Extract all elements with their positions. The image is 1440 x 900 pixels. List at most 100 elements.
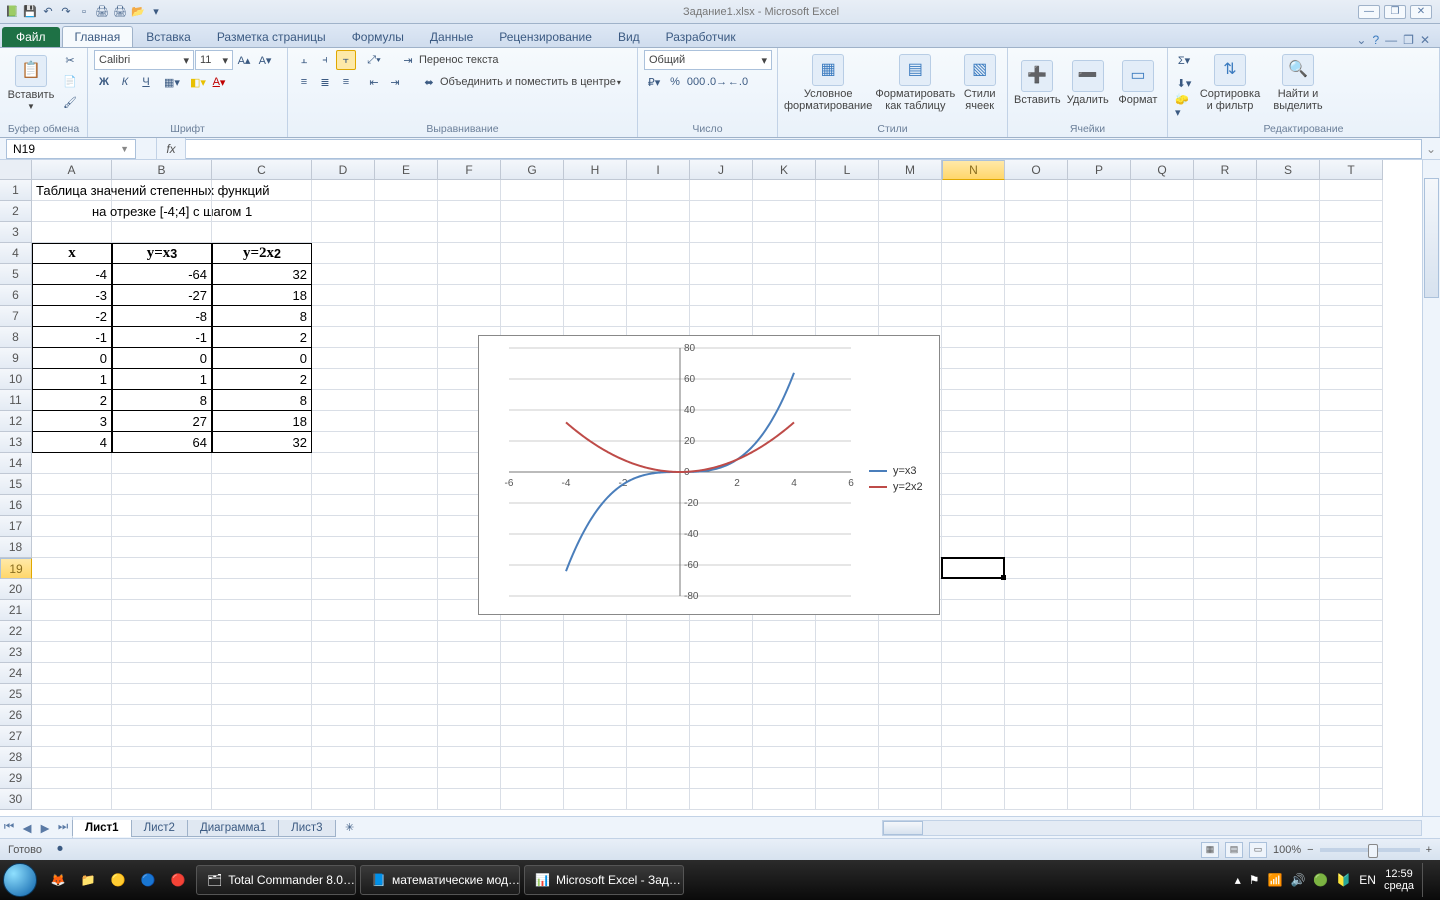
wrap-label[interactable]: Перенос текста bbox=[419, 54, 499, 66]
merge-label[interactable]: Объединить и поместить в центре bbox=[440, 76, 616, 88]
row-header-26[interactable]: 26 bbox=[0, 705, 32, 726]
workbook-restore-icon[interactable]: ❐ bbox=[1403, 33, 1414, 47]
view-layout-icon[interactable]: ▤ bbox=[1225, 842, 1243, 858]
clear-icon[interactable]: 🧽▾ bbox=[1174, 96, 1194, 116]
horizontal-scrollbar[interactable] bbox=[882, 820, 1422, 836]
col-header-A[interactable]: A bbox=[32, 160, 112, 180]
minimize-ribbon-icon[interactable]: ⌄ bbox=[1356, 33, 1366, 47]
maximize-button[interactable]: ❐ bbox=[1384, 5, 1406, 19]
print-icon[interactable]: 🖨 bbox=[94, 4, 110, 20]
file-tab[interactable]: Файл bbox=[2, 27, 60, 47]
font-color-button[interactable]: A▾ bbox=[209, 72, 229, 92]
dec-decimal-icon[interactable]: ←.0 bbox=[728, 72, 748, 92]
zoom-slider[interactable] bbox=[1320, 848, 1420, 852]
align-top-icon[interactable]: ⫠ bbox=[294, 50, 314, 70]
view-normal-icon[interactable]: ▦ bbox=[1201, 842, 1219, 858]
sheet-tab-3[interactable]: Лист3 bbox=[278, 820, 335, 837]
italic-button[interactable]: К bbox=[115, 72, 135, 92]
row-header-17[interactable]: 17 bbox=[0, 516, 32, 537]
paste-button[interactable]: 📋 Вставить ▼ bbox=[6, 50, 56, 116]
zoom-out-icon[interactable]: − bbox=[1307, 844, 1313, 856]
row-header-1[interactable]: 1 bbox=[0, 180, 32, 201]
taskbar-app-2[interactable]: 📊Microsoft Excel - Зад… bbox=[524, 865, 684, 895]
workbook-min-icon[interactable]: — bbox=[1385, 33, 1397, 47]
row-header-13[interactable]: 13 bbox=[0, 432, 32, 453]
row-header-30[interactable]: 30 bbox=[0, 789, 32, 810]
bold-button[interactable]: Ж bbox=[94, 72, 114, 92]
underline-button[interactable]: Ч bbox=[136, 72, 156, 92]
new-sheet-icon[interactable]: ✳ bbox=[340, 818, 360, 838]
format-as-table-button[interactable]: ▤Форматировать как таблицу bbox=[876, 50, 954, 116]
align-center-icon[interactable]: ≣ bbox=[315, 72, 335, 92]
col-header-B[interactable]: B bbox=[112, 160, 212, 180]
new-icon[interactable]: ▫ bbox=[76, 4, 92, 20]
indent-dec-icon[interactable]: ⇤ bbox=[364, 72, 384, 92]
sheet-tab-0[interactable]: Лист1 bbox=[72, 820, 132, 837]
row-header-27[interactable]: 27 bbox=[0, 726, 32, 747]
quickprint-icon[interactable]: 🖨 bbox=[112, 4, 128, 20]
tray-volume-icon[interactable]: 🔊 bbox=[1290, 873, 1305, 887]
ribbon-tab-3[interactable]: Формулы bbox=[339, 26, 417, 47]
row-header-23[interactable]: 23 bbox=[0, 642, 32, 663]
align-left-icon[interactable]: ≡ bbox=[294, 72, 314, 92]
col-header-I[interactable]: I bbox=[627, 160, 690, 180]
start-button[interactable] bbox=[0, 860, 40, 900]
col-header-C[interactable]: C bbox=[212, 160, 312, 180]
zoom-level[interactable]: 100% bbox=[1273, 844, 1301, 856]
align-right-icon[interactable]: ≡ bbox=[336, 72, 356, 92]
ribbon-tab-5[interactable]: Рецензирование bbox=[486, 26, 605, 47]
pin-opera-icon[interactable]: 🔴 bbox=[164, 865, 192, 895]
pin-chrome-icon[interactable]: 🔵 bbox=[134, 865, 162, 895]
pin-yandex-icon[interactable]: 🟡 bbox=[104, 865, 132, 895]
minimize-button[interactable]: — bbox=[1358, 5, 1380, 19]
autosum-icon[interactable]: Σ▾ bbox=[1174, 50, 1194, 70]
tray-antivirus-icon[interactable]: 🟢 bbox=[1313, 873, 1328, 887]
row-headers[interactable]: 1234567891011121314151617181920212223242… bbox=[0, 180, 32, 810]
shrink-font-icon[interactable]: A▾ bbox=[255, 50, 275, 70]
row-header-10[interactable]: 10 bbox=[0, 369, 32, 390]
row-header-3[interactable]: 3 bbox=[0, 222, 32, 243]
tray-up-icon[interactable]: ▴ bbox=[1235, 873, 1241, 887]
fill-icon[interactable]: ⬇▾ bbox=[1174, 73, 1194, 93]
vertical-scrollbar[interactable] bbox=[1422, 160, 1440, 816]
indent-inc-icon[interactable]: ⇥ bbox=[385, 72, 405, 92]
undo-icon[interactable]: ↶ bbox=[40, 4, 56, 20]
col-header-M[interactable]: M bbox=[879, 160, 942, 180]
ribbon-tab-4[interactable]: Данные bbox=[417, 26, 486, 47]
font-name-select[interactable]: Calibri▾ bbox=[94, 50, 194, 70]
ribbon-tab-2[interactable]: Разметка страницы bbox=[204, 26, 339, 47]
close-button[interactable]: ✕ bbox=[1410, 5, 1432, 19]
row-header-16[interactable]: 16 bbox=[0, 495, 32, 516]
prev-sheet-icon[interactable]: ◀ bbox=[18, 817, 36, 838]
row-header-5[interactable]: 5 bbox=[0, 264, 32, 285]
tray-shield-icon[interactable]: 🔰 bbox=[1336, 873, 1351, 887]
taskbar-clock[interactable]: 12:59 среда bbox=[1384, 868, 1414, 892]
orientation-icon[interactable]: ⤢▾ bbox=[364, 50, 384, 70]
col-header-N[interactable]: N bbox=[942, 160, 1005, 180]
sheet-nav[interactable]: ⏮ ◀ ▶ ⏭ bbox=[0, 817, 73, 838]
ribbon-tab-1[interactable]: Вставка bbox=[133, 26, 204, 47]
col-header-T[interactable]: T bbox=[1320, 160, 1383, 180]
save-icon[interactable]: 💾 bbox=[22, 4, 38, 20]
row-header-11[interactable]: 11 bbox=[0, 390, 32, 411]
sheet-area[interactable]: ABCDEFGHIJKLMNOPQRST 1234567891011121314… bbox=[0, 160, 1440, 816]
macro-record-icon[interactable]: ⏺ bbox=[50, 840, 70, 860]
fx-button[interactable]: fx bbox=[156, 138, 186, 159]
currency-icon[interactable]: ₽▾ bbox=[644, 72, 664, 92]
pin-explorer-icon[interactable]: 📁 bbox=[74, 865, 102, 895]
row-header-18[interactable]: 18 bbox=[0, 537, 32, 558]
sort-filter-button[interactable]: ⇅Сортировка и фильтр bbox=[1198, 50, 1262, 116]
row-header-14[interactable]: 14 bbox=[0, 453, 32, 474]
col-header-G[interactable]: G bbox=[501, 160, 564, 180]
ribbon-tab-7[interactable]: Разработчик bbox=[653, 26, 749, 47]
chart-object[interactable]: -80-60-40-20020406080-6-4-2246 y=x3y=2x2 bbox=[478, 335, 940, 615]
taskbar-app-0[interactable]: 🗂Total Commander 8.0… bbox=[196, 865, 356, 895]
row-header-20[interactable]: 20 bbox=[0, 579, 32, 600]
col-header-H[interactable]: H bbox=[564, 160, 627, 180]
cell-styles-button[interactable]: ▧Стили ячеек bbox=[958, 50, 1001, 116]
ribbon-tab-0[interactable]: Главная bbox=[62, 26, 134, 47]
col-header-Q[interactable]: Q bbox=[1131, 160, 1194, 180]
expand-formula-icon[interactable]: ⌄ bbox=[1422, 142, 1440, 156]
row-header-25[interactable]: 25 bbox=[0, 684, 32, 705]
last-sheet-icon[interactable]: ⏭ bbox=[54, 817, 72, 838]
